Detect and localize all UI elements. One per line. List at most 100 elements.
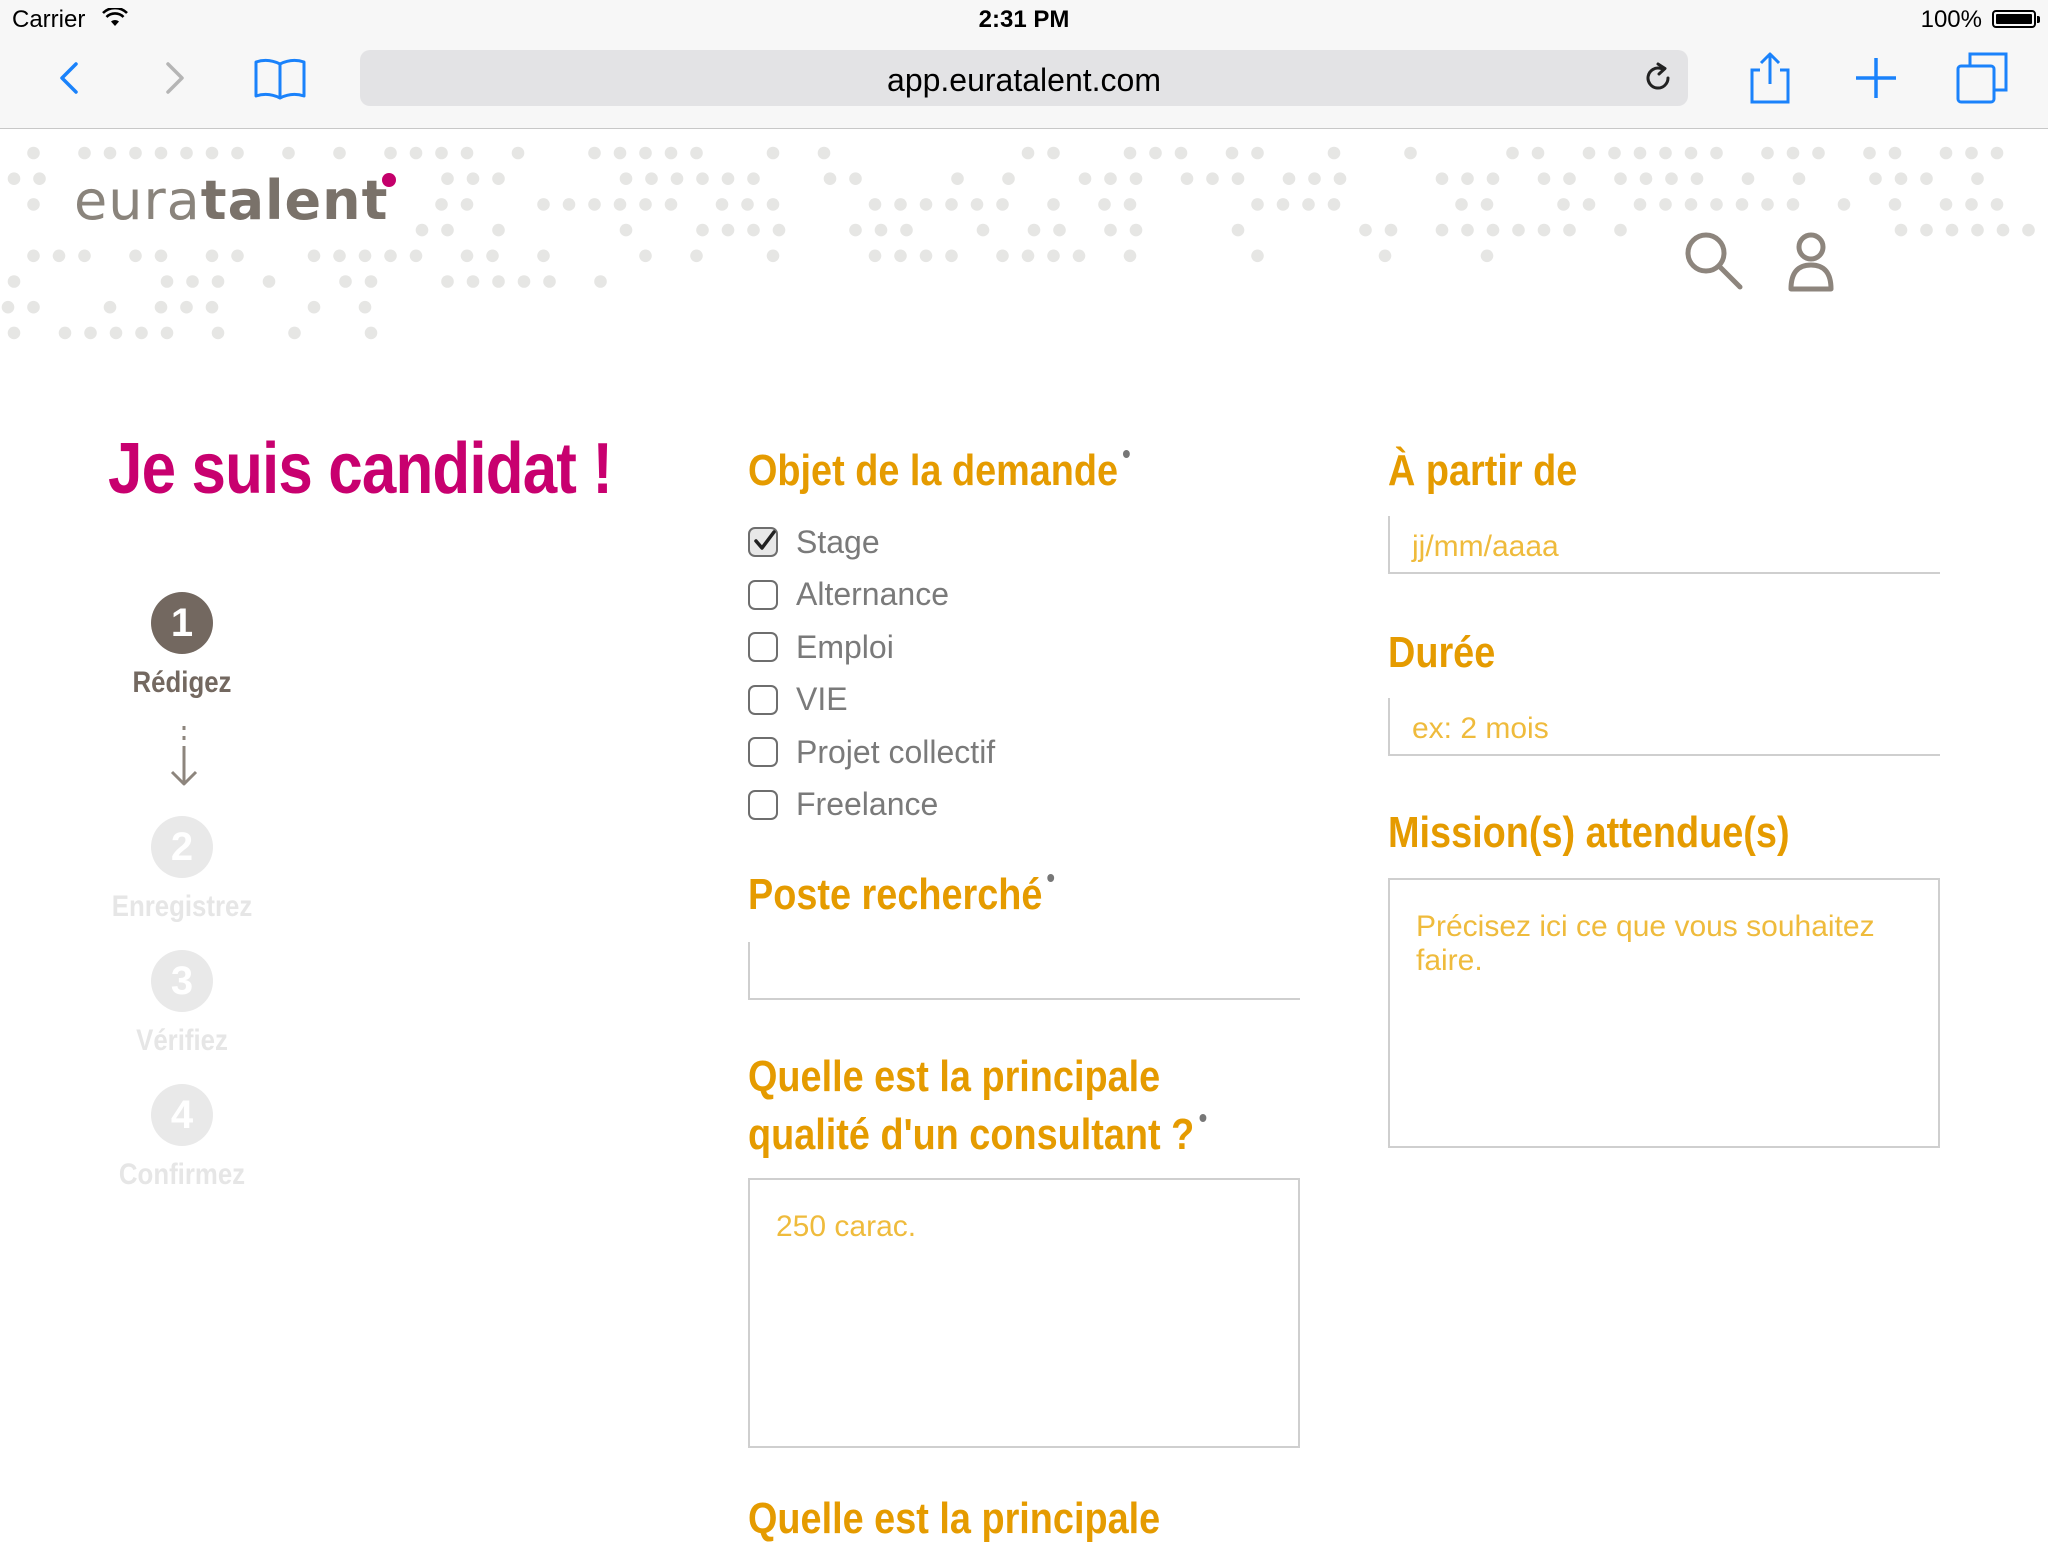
pattern-dot <box>1761 146 1774 160</box>
step-1: 1 Rédigez <box>100 592 264 700</box>
step-2: 2 Enregistrez <box>100 816 264 924</box>
pattern-dot <box>262 275 276 288</box>
option-vie[interactable]: VIE <box>748 674 995 727</box>
pattern-dot <box>1021 249 1035 263</box>
pattern-dot <box>1990 198 2004 211</box>
pattern-dot <box>27 249 40 263</box>
pattern-dot <box>849 223 862 237</box>
pattern-dot <box>1129 172 1143 185</box>
pattern-dot <box>1282 172 1296 185</box>
pattern-dot <box>84 326 97 340</box>
reload-icon[interactable] <box>1642 62 1674 99</box>
forward-icon[interactable] <box>160 50 190 111</box>
pattern-dot <box>613 198 627 211</box>
poste-input[interactable] <box>748 942 1300 1000</box>
pattern-dot <box>358 300 372 314</box>
a-partir-de-input[interactable]: jj/mm/aaaa <box>1388 516 1940 574</box>
pattern-dot <box>1435 223 1449 237</box>
address-bar[interactable]: app.euratalent.com <box>360 50 1688 106</box>
duree-input[interactable]: ex: 2 mois <box>1388 698 1940 756</box>
checkbox-checked[interactable] <box>748 527 778 558</box>
pattern-dot <box>307 249 321 263</box>
option-label: Projet collectif <box>796 733 996 770</box>
required-marker <box>1123 450 1131 458</box>
step-label: Enregistrez <box>111 890 253 923</box>
pattern-dot <box>1690 172 1704 185</box>
back-icon[interactable] <box>54 50 84 111</box>
pattern-dot <box>1786 146 1800 160</box>
pattern-dot <box>384 146 397 160</box>
pattern-dot <box>613 146 627 160</box>
checkbox[interactable] <box>748 579 778 610</box>
pattern-dot <box>1894 172 1908 185</box>
option-label: Stage <box>796 523 880 560</box>
user-account-icon[interactable] <box>1786 229 1836 298</box>
option-stage[interactable]: Stage <box>748 516 995 569</box>
qualite-textarea[interactable]: 250 carac. <box>748 1178 1300 1448</box>
option-emploi[interactable]: Emploi <box>748 621 995 674</box>
pattern-dot <box>109 326 123 340</box>
pattern-dot <box>511 146 525 160</box>
pattern-dot <box>588 146 601 160</box>
pattern-dot <box>1404 146 1417 160</box>
bookmarks-icon[interactable] <box>252 50 308 111</box>
pattern-dot <box>78 146 91 160</box>
pattern-dot <box>868 198 882 211</box>
pattern-dot <box>409 249 423 263</box>
option-projet-collectif[interactable]: Projet collectif <box>748 726 995 779</box>
pattern-dot <box>1557 198 1570 211</box>
pattern-dot <box>1792 172 1806 185</box>
pattern-dot <box>664 198 678 211</box>
pattern-dot <box>52 249 66 263</box>
pattern-dot <box>919 249 933 263</box>
pattern-dot <box>976 223 990 237</box>
search-icon[interactable] <box>1682 229 1746 298</box>
logo-dot <box>382 173 396 187</box>
required-marker <box>1199 1114 1207 1122</box>
pattern-dot <box>1888 146 1902 160</box>
pattern-dot <box>1869 172 1882 185</box>
option-label: Alternance <box>796 576 949 613</box>
pattern-dot <box>1123 198 1137 211</box>
step-number: 1 <box>151 592 213 654</box>
pattern-dot <box>1812 146 1825 160</box>
missions-textarea[interactable]: Précisez ici ce que vous souhaitez faire… <box>1388 878 1940 1148</box>
pattern-dot <box>1614 223 1627 237</box>
pattern-dot <box>1486 172 1500 185</box>
checkbox[interactable] <box>748 632 778 663</box>
tabs-icon[interactable] <box>1954 50 2010 111</box>
option-freelance[interactable]: Freelance <box>748 779 995 832</box>
pattern-dot <box>1971 172 1984 185</box>
pattern-dot <box>1149 146 1162 160</box>
pattern-dot <box>945 198 958 211</box>
new-tab-icon[interactable] <box>1848 50 1904 111</box>
pattern-dot <box>1461 172 1474 185</box>
pattern-dot <box>1129 223 1143 237</box>
pattern-dot <box>1512 223 1525 237</box>
pattern-dot <box>103 146 117 160</box>
step-arrow-down-icon <box>168 724 200 795</box>
pattern-dot <box>721 223 735 237</box>
checkmark-icon <box>753 529 777 558</box>
option-alternance[interactable]: Alternance <box>748 569 995 622</box>
checkbox[interactable] <box>748 737 778 768</box>
euratalent-logo[interactable]: euratalent <box>74 169 388 232</box>
pattern-dot <box>619 172 633 185</box>
step-number: 4 <box>151 1084 213 1146</box>
pattern-dot <box>27 300 40 314</box>
pattern-dot <box>1735 198 1749 211</box>
checkbox[interactable] <box>748 789 778 820</box>
pattern-dot <box>415 223 429 237</box>
pattern-dot <box>1939 198 1953 211</box>
share-icon[interactable] <box>1742 50 1798 111</box>
pattern-dot <box>1435 172 1449 185</box>
pattern-dot <box>58 326 72 340</box>
pattern-dot <box>1308 172 1321 185</box>
pattern-dot <box>1965 198 1978 211</box>
url-text: app.euratalent.com <box>887 62 1161 98</box>
pattern-dot <box>919 198 933 211</box>
checkbox[interactable] <box>748 684 778 715</box>
objet-options: Stage Alternance Emploi VIE Projet colle… <box>748 516 995 831</box>
pattern-dot <box>160 275 174 288</box>
pattern-dot <box>409 146 423 160</box>
